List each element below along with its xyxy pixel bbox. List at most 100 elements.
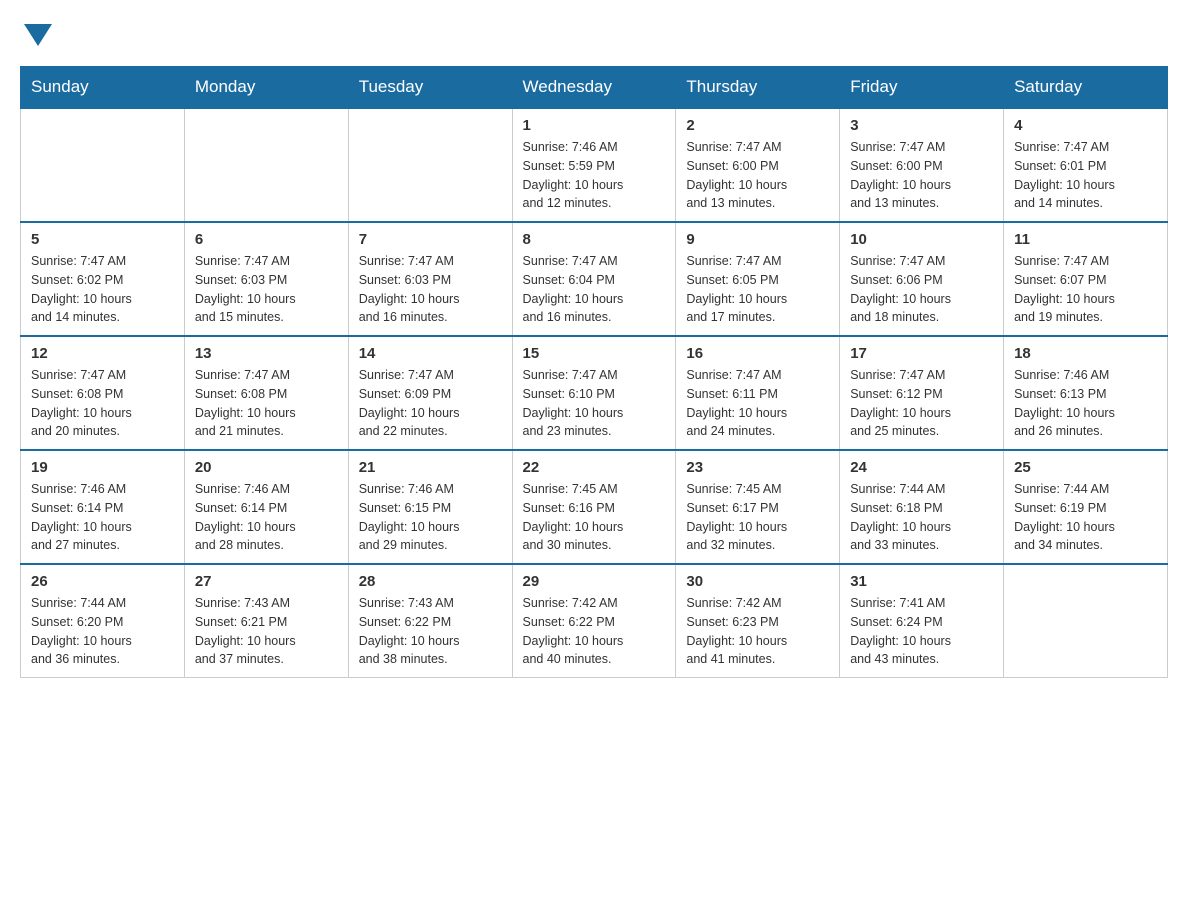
day-number: 28 [359, 573, 502, 590]
day-number: 27 [195, 573, 338, 590]
day-number: 12 [31, 345, 174, 362]
day-info: Sunrise: 7:47 AM Sunset: 6:03 PM Dayligh… [195, 252, 338, 327]
calendar-cell: 15 Sunrise: 7:47 AM Sunset: 6:10 PM Dayli… [512, 336, 676, 450]
day-number: 16 [686, 345, 829, 362]
calendar-cell: 31 Sunrise: 7:41 AM Sunset: 6:24 PM Dayli… [840, 564, 1004, 678]
calendar-cell: 9 Sunrise: 7:47 AM Sunset: 6:05 PM Daylig… [676, 222, 840, 336]
calendar-cell: 19Sunrise: 7:46 AM Sunset: 6:14 PM Dayli… [21, 450, 185, 564]
day-number: 22 [523, 459, 666, 476]
day-info: Sunrise: 7:43 AM Sunset: 6:22 PM Dayligh… [359, 594, 502, 669]
day-info: Sunrise: 7:41 AM Sunset: 6:24 PM Dayligh… [850, 594, 993, 669]
day-info: Sunrise: 7:47 AM Sunset: 6:11 PM Dayligh… [686, 366, 829, 441]
weekday-header-saturday: Saturday [1004, 67, 1168, 109]
day-info: Sunrise: 7:47 AM Sunset: 6:05 PM Dayligh… [686, 252, 829, 327]
day-info: Sunrise: 7:42 AM Sunset: 6:22 PM Dayligh… [523, 594, 666, 669]
day-number: 30 [686, 573, 829, 590]
day-info: Sunrise: 7:46 AM Sunset: 6:14 PM Dayligh… [195, 480, 338, 555]
day-number: 23 [686, 459, 829, 476]
calendar-cell: 16 Sunrise: 7:47 AM Sunset: 6:11 PM Dayli… [676, 336, 840, 450]
calendar-cell: 7 Sunrise: 7:47 AM Sunset: 6:03 PM Daylig… [348, 222, 512, 336]
calendar-cell: 25 Sunrise: 7:44 AM Sunset: 6:19 PM Dayli… [1004, 450, 1168, 564]
day-info: Sunrise: 7:44 AM Sunset: 6:19 PM Dayligh… [1014, 480, 1157, 555]
calendar-cell: 13 Sunrise: 7:47 AM Sunset: 6:08 PM Dayli… [184, 336, 348, 450]
week-row-3: 12 Sunrise: 7:47 AM Sunset: 6:08 PM Dayli… [21, 336, 1168, 450]
day-number: 13 [195, 345, 338, 362]
calendar-cell: 3 Sunrise: 7:47 AM Sunset: 6:00 PM Daylig… [840, 108, 1004, 222]
week-row-5: 26 Sunrise: 7:44 AM Sunset: 6:20 PM Dayli… [21, 564, 1168, 678]
day-number: 11 [1014, 231, 1157, 248]
day-number: 25 [1014, 459, 1157, 476]
day-number: 29 [523, 573, 666, 590]
day-info: Sunrise: 7:46 AM Sunset: 6:13 PM Dayligh… [1014, 366, 1157, 441]
week-row-1: 1 Sunrise: 7:46 AM Sunset: 5:59 PM Daylig… [21, 108, 1168, 222]
calendar-cell: 21 Sunrise: 7:46 AM Sunset: 6:15 PM Dayli… [348, 450, 512, 564]
day-info: Sunrise: 7:43 AM Sunset: 6:21 PM Dayligh… [195, 594, 338, 669]
logo [20, 20, 52, 46]
page-header [20, 20, 1168, 46]
calendar-cell: 22 Sunrise: 7:45 AM Sunset: 6:16 PM Dayli… [512, 450, 676, 564]
day-info: Sunrise: 7:47 AM Sunset: 6:08 PM Dayligh… [31, 366, 174, 441]
day-info: Sunrise: 7:46 AM Sunset: 5:59 PM Dayligh… [523, 138, 666, 213]
calendar-cell: 29 Sunrise: 7:42 AM Sunset: 6:22 PM Dayli… [512, 564, 676, 678]
calendar-cell: 1 Sunrise: 7:46 AM Sunset: 5:59 PM Daylig… [512, 108, 676, 222]
calendar-cell: 11 Sunrise: 7:47 AM Sunset: 6:07 PM Dayli… [1004, 222, 1168, 336]
day-number: 8 [523, 231, 666, 248]
day-number: 1 [523, 117, 666, 134]
calendar-cell [21, 108, 185, 222]
day-info: Sunrise: 7:47 AM Sunset: 6:01 PM Dayligh… [1014, 138, 1157, 213]
day-info: Sunrise: 7:45 AM Sunset: 6:16 PM Dayligh… [523, 480, 666, 555]
day-number: 18 [1014, 345, 1157, 362]
calendar-cell: 10 Sunrise: 7:47 AM Sunset: 6:06 PM Dayli… [840, 222, 1004, 336]
day-info: Sunrise: 7:47 AM Sunset: 6:06 PM Dayligh… [850, 252, 993, 327]
day-number: 6 [195, 231, 338, 248]
day-info: Sunrise: 7:47 AM Sunset: 6:12 PM Dayligh… [850, 366, 993, 441]
calendar-cell: 14 Sunrise: 7:47 AM Sunset: 6:09 PM Dayli… [348, 336, 512, 450]
calendar-cell: 4 Sunrise: 7:47 AM Sunset: 6:01 PM Daylig… [1004, 108, 1168, 222]
calendar-cell [348, 108, 512, 222]
calendar-cell: 24 Sunrise: 7:44 AM Sunset: 6:18 PM Dayli… [840, 450, 1004, 564]
day-number: 24 [850, 459, 993, 476]
day-number: 10 [850, 231, 993, 248]
day-number: 3 [850, 117, 993, 134]
day-number: 21 [359, 459, 502, 476]
day-info: Sunrise: 7:42 AM Sunset: 6:23 PM Dayligh… [686, 594, 829, 669]
week-row-2: 5Sunrise: 7:47 AM Sunset: 6:02 PM Daylig… [21, 222, 1168, 336]
weekday-header-tuesday: Tuesday [348, 67, 512, 109]
day-info: Sunrise: 7:47 AM Sunset: 6:03 PM Dayligh… [359, 252, 502, 327]
logo-triangle-icon [24, 24, 52, 46]
weekday-header-sunday: Sunday [21, 67, 185, 109]
day-number: 7 [359, 231, 502, 248]
day-info: Sunrise: 7:46 AM Sunset: 6:15 PM Dayligh… [359, 480, 502, 555]
day-number: 20 [195, 459, 338, 476]
week-row-4: 19 Sunrise: 7:46 AM Sunset: 6:14 PM Dayli… [21, 450, 1168, 564]
calendar-cell: 28 Sunrise: 7:43 AM Sunset: 6:22 PM Dayli… [348, 564, 512, 678]
day-number: 15 [523, 345, 666, 362]
day-number: 26 [31, 573, 174, 590]
day-info: Sunrise: 7:47 AM Sunset: 6:00 PM Dayligh… [850, 138, 993, 213]
weekday-header-friday: Friday [840, 67, 1004, 109]
calendar-cell: 8Sunrise: 7:47 AM Sunset: 6:04 PM Daylig… [512, 222, 676, 336]
weekday-header-wednesday: Wednesday [512, 67, 676, 109]
day-info: Sunrise: 7:47 AM Sunset: 6:08 PM Dayligh… [195, 366, 338, 441]
calendar-cell: 26 Sunrise: 7:44 AM Sunset: 6:20 PM Dayli… [21, 564, 185, 678]
day-info: Sunrise: 7:44 AM Sunset: 6:20 PM Dayligh… [31, 594, 174, 669]
calendar-cell: 5Sunrise: 7:47 AM Sunset: 6:02 PM Daylig… [21, 222, 185, 336]
day-number: 17 [850, 345, 993, 362]
day-info: Sunrise: 7:47 AM Sunset: 6:09 PM Dayligh… [359, 366, 502, 441]
day-number: 9 [686, 231, 829, 248]
day-number: 5 [31, 231, 174, 248]
day-number: 14 [359, 345, 502, 362]
day-number: 31 [850, 573, 993, 590]
calendar-cell: 2Sunrise: 7:47 AM Sunset: 6:00 PM Daylig… [676, 108, 840, 222]
weekday-header-thursday: Thursday [676, 67, 840, 109]
day-info: Sunrise: 7:47 AM Sunset: 6:10 PM Dayligh… [523, 366, 666, 441]
day-number: 4 [1014, 117, 1157, 134]
day-info: Sunrise: 7:47 AM Sunset: 6:07 PM Dayligh… [1014, 252, 1157, 327]
day-info: Sunrise: 7:44 AM Sunset: 6:18 PM Dayligh… [850, 480, 993, 555]
day-number: 19 [31, 459, 174, 476]
calendar-cell: 17 Sunrise: 7:47 AM Sunset: 6:12 PM Dayli… [840, 336, 1004, 450]
day-info: Sunrise: 7:45 AM Sunset: 6:17 PM Dayligh… [686, 480, 829, 555]
calendar-cell: 30 Sunrise: 7:42 AM Sunset: 6:23 PM Dayli… [676, 564, 840, 678]
calendar-cell: 27 Sunrise: 7:43 AM Sunset: 6:21 PM Dayli… [184, 564, 348, 678]
day-info: Sunrise: 7:47 AM Sunset: 6:00 PM Dayligh… [686, 138, 829, 213]
